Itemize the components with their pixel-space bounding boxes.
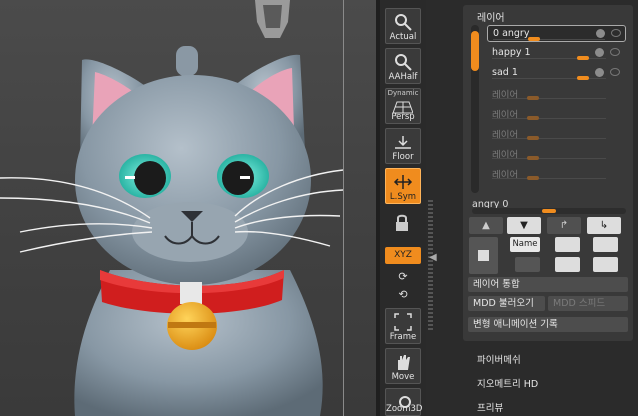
move-down-button[interactable]: ▼ [507, 217, 541, 234]
layer-strength-track[interactable] [492, 98, 606, 99]
layer-strength-knob[interactable] [527, 136, 539, 140]
lsym-button[interactable]: L.Sym [385, 168, 421, 204]
layer-name: sad 1 [492, 67, 518, 78]
3d-viewport[interactable] [0, 0, 380, 416]
record-dot-icon[interactable] [595, 68, 604, 77]
chevron-left-icon[interactable]: ◀ [429, 252, 437, 263]
split-button[interactable] [555, 257, 580, 272]
layer-row[interactable]: 레이어 [487, 145, 626, 162]
scroll-thumb[interactable] [471, 31, 479, 71]
lock-icon [396, 214, 408, 231]
export-arrow-button[interactable]: ↳ [587, 217, 621, 234]
mdd-speed-slider[interactable]: MDD 스피드 [548, 296, 628, 311]
layer-strength-knob[interactable] [527, 116, 539, 120]
panel-title: 레이어 [477, 13, 505, 24]
layer-strength-knob[interactable] [527, 176, 539, 180]
cat-model [0, 0, 344, 416]
zoom3d-button[interactable]: Zoom3D [385, 388, 422, 416]
actual-button[interactable]: Actual [385, 8, 421, 44]
right-toolbar: Actual AAHalf Dynamic Persp Floor L.Sym … [380, 0, 426, 416]
aahalf-button[interactable]: AAHalf [385, 48, 421, 84]
layer-row[interactable]: 레이어 [487, 125, 626, 142]
move-button[interactable]: Move [385, 348, 421, 384]
layer-strength-track[interactable] [492, 118, 606, 119]
layer-strength-track[interactable] [492, 138, 606, 139]
layer-row[interactable]: 0 angry [487, 25, 626, 42]
persp-button[interactable]: Dynamic Persp [385, 88, 421, 124]
frame-icon [394, 313, 412, 331]
record-animation-button[interactable]: 변형 애니메이션 기록 [468, 317, 628, 332]
delete-layer-button[interactable] [593, 237, 618, 252]
layer-strength-knob[interactable] [527, 156, 539, 160]
magnifier-icon [395, 14, 412, 31]
angry-slider[interactable] [472, 208, 626, 214]
layer-name: happy 1 [492, 47, 531, 58]
redo-arrow-button[interactable]: ↱ [547, 217, 581, 234]
duplicate-button[interactable] [555, 237, 580, 252]
move-up-button[interactable]: ▲ [469, 217, 503, 234]
layers-scrollbar[interactable] [471, 25, 479, 193]
layer-strength-track[interactable] [492, 178, 606, 179]
merge-layers-button[interactable]: 레이어 통합 [468, 277, 628, 292]
magnifier-icon [395, 54, 412, 71]
layer-strength-knob[interactable] [528, 37, 540, 41]
menu-item-preview[interactable]: 프리뷰 [477, 400, 503, 414]
eye-icon[interactable] [610, 68, 620, 76]
layer-strength-track[interactable] [493, 39, 605, 40]
rotate-z-icon[interactable]: ⟲ [396, 288, 410, 302]
layer-row[interactable]: 레이어 [487, 105, 626, 122]
record-dot-icon[interactable] [596, 29, 605, 38]
panel-resize-handle[interactable] [428, 200, 433, 330]
lock-button[interactable] [385, 210, 421, 246]
hand-icon [398, 355, 410, 370]
menu-item-fibermesh[interactable]: 파이버메쉬 [477, 352, 521, 366]
layer-row[interactable]: 레이어 [487, 165, 626, 182]
layer-strength-knob[interactable] [527, 96, 539, 100]
frame-button[interactable]: Frame [385, 308, 421, 344]
layer-strength-knob[interactable] [577, 76, 589, 80]
new-layer-button[interactable] [469, 237, 498, 274]
rotate-y-icon[interactable]: ⟳ [396, 270, 410, 284]
symmetry-icon [393, 175, 413, 189]
bake-button[interactable] [593, 257, 618, 272]
page-icon [478, 250, 489, 261]
eye-icon[interactable] [611, 29, 621, 37]
floor-button[interactable]: Floor [385, 128, 421, 164]
layer-name: 0 angry [493, 28, 530, 39]
layers-panel: 레이어 0 angry happy 1 sad 1 레이어 레이어 레이어 레이어 레이어 a… [463, 5, 633, 341]
layer-row[interactable]: happy 1 [487, 45, 626, 62]
record-dot-icon[interactable] [595, 48, 604, 57]
eye-icon[interactable] [610, 48, 620, 56]
name-button[interactable]: Name [510, 237, 540, 252]
layer-strength-knob[interactable] [577, 56, 589, 60]
layer-strength-track[interactable] [492, 158, 606, 159]
xyz-button[interactable]: XYZ [385, 247, 421, 264]
layer-row[interactable]: 레이어 [487, 85, 626, 102]
layer-row[interactable]: sad 1 [487, 65, 626, 82]
menu-item-geometry-hd[interactable]: 지오메트리 HD [477, 376, 538, 390]
merge-down-button[interactable] [515, 257, 540, 272]
mdd-import-button[interactable]: MDD 불러오기 [468, 296, 545, 311]
floor-icon [395, 136, 411, 149]
